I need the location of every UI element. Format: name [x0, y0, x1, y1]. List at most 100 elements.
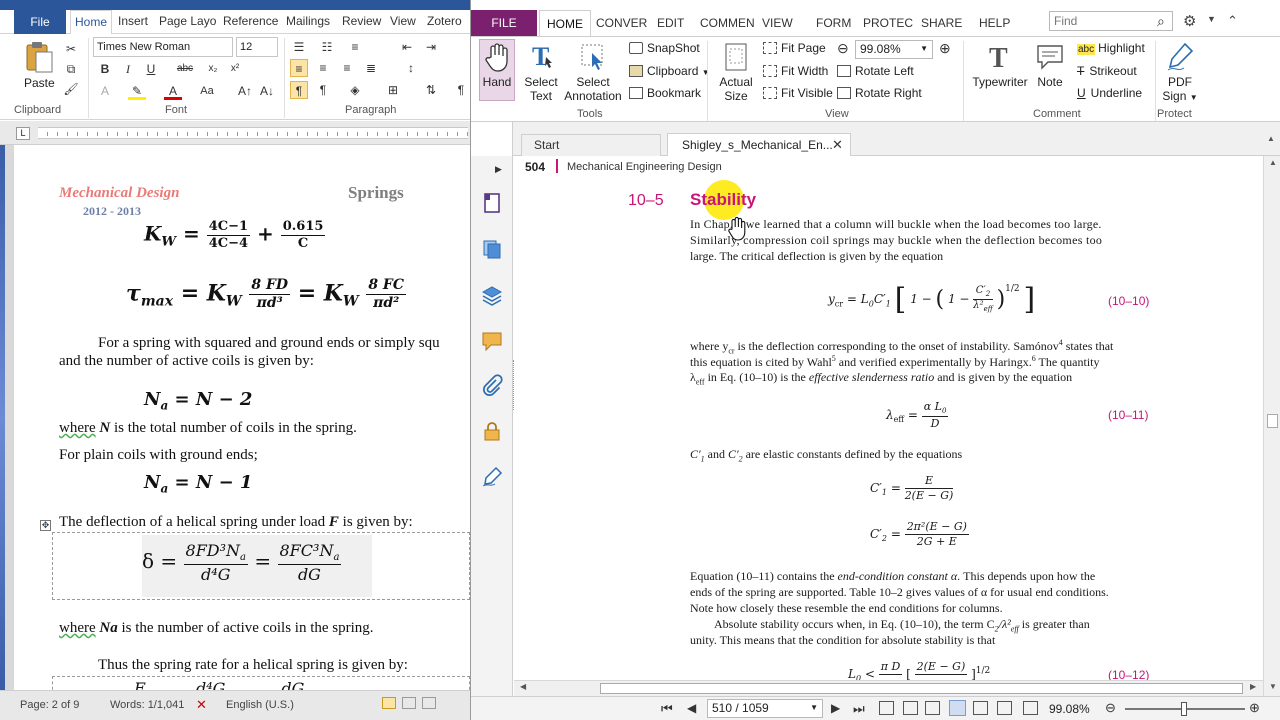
ltr-direction-button[interactable]: ¶	[290, 81, 308, 99]
equation-10-10[interactable]: ycr = L0C′1 [ 1 − ( 1 − C′2 λ²eff )1/2 ]	[828, 282, 1035, 317]
scroll-up-icon[interactable]: ▲	[1269, 158, 1277, 167]
fit-page-button[interactable]: Fit Page	[763, 41, 826, 55]
search-icon[interactable]: ⌕	[1157, 13, 1165, 30]
copy-icon[interactable]: ⧉	[62, 60, 80, 78]
word-tab-home[interactable]: Home	[70, 10, 112, 35]
table-move-handle-icon[interactable]: ✥	[40, 520, 51, 531]
scroll-right-icon[interactable]: ▶	[1250, 682, 1256, 691]
pdf-page-view[interactable]: 504 Mechanical Engineering Design 10–5 S…	[514, 156, 1263, 680]
cover-page-icon[interactable]	[1023, 701, 1038, 715]
equation-kw[interactable]: KW = 4C−1 4C−4 + 0.615 C	[144, 219, 326, 251]
full-screen-icon[interactable]	[402, 697, 416, 709]
vertical-scroll-thumb[interactable]	[1267, 414, 1278, 428]
pdf-sign-button[interactable]: PDF Sign ▼	[1159, 41, 1201, 105]
rotate-right-button[interactable]: Rotate Right	[837, 86, 922, 100]
horizontal-scroll-thumb[interactable]	[600, 683, 1243, 694]
zoom-out-icon[interactable]: ⊖	[837, 40, 849, 57]
zoom-in-icon[interactable]: ⊕	[939, 40, 951, 57]
font-name-box[interactable]: Times New Roman	[93, 37, 233, 57]
status-words[interactable]: Words: 1/1,041	[110, 699, 184, 711]
status-zoom-in-icon[interactable]: ⊕	[1249, 700, 1260, 716]
rotate-left-button[interactable]: Rotate Left	[837, 64, 914, 78]
hand-tool[interactable]: Hand	[479, 41, 515, 89]
word-tab-review[interactable]: Review	[342, 14, 381, 28]
change-case-icon[interactable]: Aa	[198, 82, 216, 100]
note-button[interactable]: Note	[1033, 41, 1067, 89]
scroll-left-icon[interactable]: ◀	[520, 682, 526, 691]
pdf-tab-help[interactable]: HELP	[979, 16, 1010, 30]
underline-button[interactable]: U Underline	[1077, 86, 1142, 100]
word-tab-file[interactable]: File	[14, 10, 66, 34]
zoom-level-select[interactable]: 99.08% ▼	[855, 40, 933, 59]
ribbon-collapse-icon[interactable]: ⌃	[1227, 13, 1238, 29]
close-tab-icon[interactable]: ✕	[832, 137, 843, 153]
settings-dropdown-icon[interactable]: ▼	[1207, 14, 1216, 24]
fit-width-button[interactable]: Fit Width	[763, 64, 828, 78]
sort-icon[interactable]: ⇅	[422, 81, 440, 99]
zoom-slider-thumb[interactable]	[1181, 702, 1187, 716]
doctab-scroll-up-icon[interactable]: ▲	[1267, 134, 1275, 143]
pdf-tab-protect[interactable]: PROTEC	[863, 16, 913, 30]
actual-size-button[interactable]: Actual Size	[715, 41, 757, 103]
equation-10-11[interactable]: λeff = α L0 D	[886, 400, 949, 431]
find-input[interactable]: Find	[1049, 11, 1173, 31]
pdf-tab-form[interactable]: FORM	[816, 16, 851, 30]
font-size-box[interactable]: 12	[236, 37, 278, 57]
settings-gear-icon[interactable]: ⚙	[1183, 12, 1196, 30]
continuous-facing-icon[interactable]	[997, 701, 1012, 715]
status-zoom-value[interactable]: 99.08%	[1049, 702, 1090, 716]
typewriter-button[interactable]: T Typewriter	[969, 41, 1031, 89]
tab-selector-icon[interactable]: L	[16, 127, 30, 140]
first-page-icon[interactable]: ⏮	[661, 701, 673, 717]
proofing-error-icon[interactable]: ✕	[196, 697, 207, 713]
paste-icon[interactable]	[22, 40, 56, 74]
scroll-down-icon[interactable]: ▼	[1269, 682, 1277, 691]
highlight-button[interactable]: abc Highlight	[1077, 41, 1145, 55]
ruler-track[interactable]	[38, 127, 468, 139]
align-center-button[interactable]: ≡	[314, 59, 332, 77]
doctab-current[interactable]: Shigley_s_Mechanical_En...	[667, 133, 851, 157]
superscript-button[interactable]: x²	[226, 60, 244, 78]
vertical-scrollbar[interactable]: ▲ ▼	[1263, 156, 1280, 696]
bold-button[interactable]: B	[96, 60, 114, 78]
fit-visible-button[interactable]: Fit Visible	[763, 86, 833, 100]
word-tab-insert[interactable]: Insert	[118, 14, 148, 28]
grow-font-icon[interactable]: A↑	[236, 82, 254, 100]
pdf-tab-home[interactable]: HOME	[539, 10, 591, 37]
facing-pages-icon[interactable]	[973, 701, 988, 715]
attachments-icon[interactable]	[481, 374, 503, 396]
continuous-scroll-active-icon[interactable]	[949, 700, 966, 716]
format-painter-icon[interactable]: 🖌	[62, 80, 80, 98]
pdf-tab-convert[interactable]: CONVER	[596, 16, 647, 30]
italic-button[interactable]: I	[119, 60, 137, 78]
word-document-page[interactable]: Mechanical Design Springs 2012 - 2013 KW…	[14, 145, 470, 690]
layers-icon[interactable]	[481, 238, 503, 260]
status-page[interactable]: Page: 2 of 9	[20, 699, 79, 711]
multilevel-list-icon[interactable]: ≡	[346, 38, 364, 56]
single-page-icon[interactable]	[903, 701, 918, 715]
word-tab-references[interactable]: Reference	[223, 14, 278, 28]
align-left-button[interactable]: ≡	[290, 59, 308, 77]
word-tab-page-layout[interactable]: Page Layo	[159, 14, 216, 28]
next-page-icon[interactable]: ▶	[831, 701, 840, 715]
pdf-tab-comment[interactable]: COMMEN	[700, 16, 755, 30]
select-annotation-tool[interactable]: Select Annotation	[563, 41, 623, 103]
equation-tau-max[interactable]: τmax = KW 8 FD πd³ = KW 8 FC πd²	[126, 277, 407, 312]
print-layout-icon[interactable]	[382, 697, 396, 709]
increase-indent-icon[interactable]: ⇥	[422, 38, 440, 56]
continuous-page-icon[interactable]	[925, 701, 940, 715]
equation-deflection[interactable]: δ = 8FD³Na d⁴G = 8FC³Na dG	[142, 541, 342, 584]
fit-page-status-icon[interactable]	[879, 701, 894, 715]
doctab-start[interactable]: Start	[521, 134, 661, 156]
subscript-button[interactable]: x₂	[204, 60, 222, 78]
expand-sidebar-icon[interactable]: ▶	[495, 164, 502, 175]
comments-panel-icon[interactable]	[481, 330, 503, 352]
shrink-font-icon[interactable]: A↓	[258, 82, 276, 100]
cut-icon[interactable]: ✂	[62, 40, 80, 58]
security-lock-icon[interactable]	[481, 420, 503, 442]
text-effects-icon[interactable]: A	[96, 82, 114, 100]
word-tab-mailings[interactable]: Mailings	[286, 14, 330, 28]
stack-layers-icon[interactable]	[481, 284, 503, 306]
web-layout-icon[interactable]	[422, 697, 436, 709]
word-tab-zotero[interactable]: Zotero	[427, 14, 462, 28]
